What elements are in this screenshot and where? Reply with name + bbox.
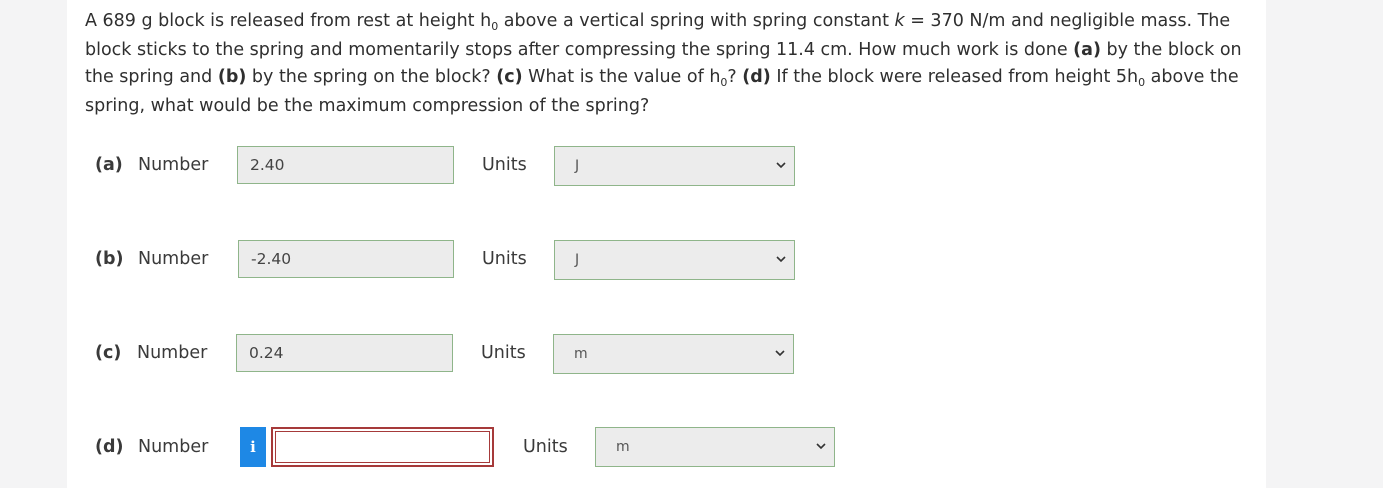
chevron-down-icon [775, 350, 785, 357]
answer-row-c: (c) Number 0.24 Units m [0, 334, 1383, 378]
part-label-c: (c) [95, 343, 122, 363]
units-value-d: m [616, 439, 630, 455]
part-label-b: (b) [95, 249, 124, 269]
answer-input-b[interactable]: -2.40 [238, 240, 454, 278]
units-select-a[interactable]: J [554, 146, 795, 186]
units-value-c: m [574, 346, 588, 362]
units-label-d: Units [523, 437, 568, 457]
answer-input-d[interactable] [271, 427, 494, 467]
number-label-a: Number [138, 155, 209, 175]
units-select-d[interactable]: m [595, 427, 835, 467]
part-label-a: (a) [95, 155, 123, 175]
question-text: A 689 g block is released from rest at h… [85, 11, 1242, 116]
answer-row-a: (a) Number 2.40 Units J [0, 146, 1383, 190]
units-label-c: Units [481, 343, 526, 363]
answer-input-a[interactable]: 2.40 [237, 146, 454, 184]
part-label-d: (d) [95, 437, 124, 457]
units-select-b[interactable]: J [554, 240, 795, 280]
units-label-b: Units [482, 249, 527, 269]
answer-input-c[interactable]: 0.24 [236, 334, 453, 372]
info-icon[interactable]: i [240, 427, 266, 467]
answer-row-b: (b) Number -2.40 Units J [0, 240, 1383, 284]
units-label-a: Units [482, 155, 527, 175]
units-value-a: J [575, 158, 580, 174]
number-label-c: Number [137, 343, 208, 363]
number-label-d: Number [138, 437, 209, 457]
answer-row-d: (d) Number i Units m [0, 427, 1383, 471]
units-value-b: J [575, 252, 580, 268]
units-select-c[interactable]: m [553, 334, 794, 374]
chevron-down-icon [816, 443, 826, 450]
chevron-down-icon [776, 256, 786, 263]
chevron-down-icon [776, 162, 786, 169]
number-label-b: Number [138, 249, 209, 269]
